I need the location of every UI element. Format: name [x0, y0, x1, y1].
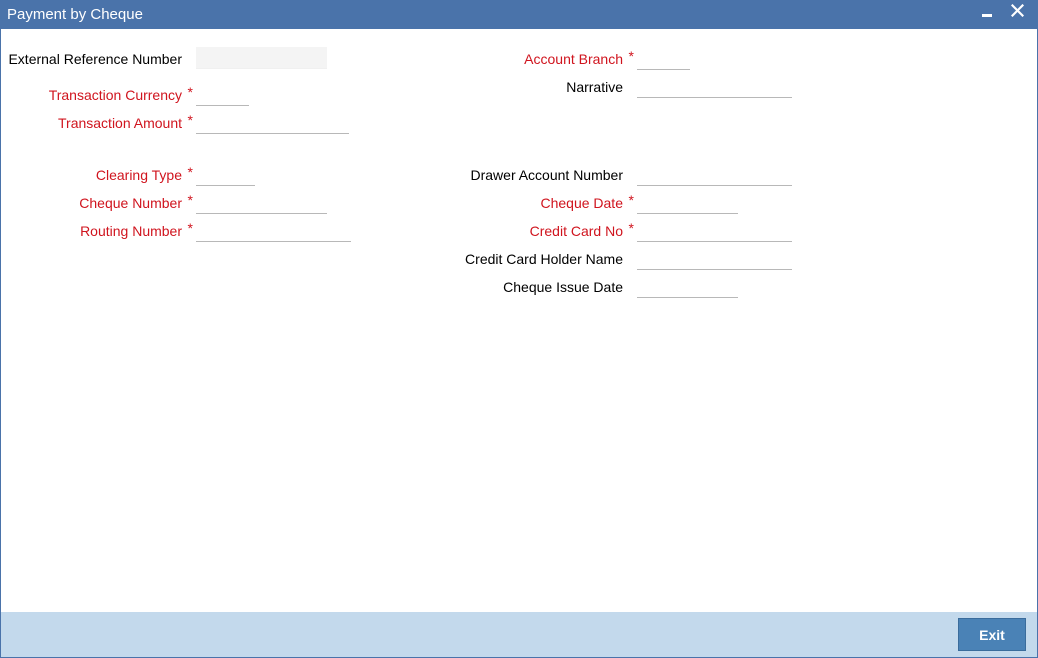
required-marker: * [187, 112, 193, 128]
credit-card-no-label: Credit Card No * [529, 220, 634, 239]
minimize-icon [982, 14, 992, 17]
cheque-issue-date-field[interactable] [637, 276, 738, 298]
drawer-account-number-field[interactable] [637, 164, 792, 186]
minimize-button[interactable] [975, 1, 999, 29]
close-icon [1011, 4, 1024, 17]
credit-card-holder-name-field[interactable] [637, 248, 792, 270]
cheque-date-field[interactable] [637, 192, 738, 214]
required-marker: * [628, 48, 634, 64]
required-marker: * [187, 220, 193, 236]
window-title: Payment by Cheque [7, 6, 143, 23]
required-marker: * [628, 220, 634, 236]
routing-number-label: Routing Number * [80, 220, 193, 239]
title-bar: Payment by Cheque [1, 1, 1037, 29]
narrative-field[interactable] [637, 76, 792, 98]
footer-bar: Exit [1, 612, 1037, 657]
cheque-date-label-text: Cheque Date [540, 195, 623, 211]
credit-card-holder-name-label: Credit Card Holder Name [465, 251, 623, 267]
credit-card-no-field[interactable] [637, 220, 792, 242]
required-marker: * [187, 84, 193, 100]
required-marker: * [187, 164, 193, 180]
close-button[interactable] [1005, 1, 1029, 29]
clearing-type-label-text: Clearing Type [95, 167, 182, 183]
transaction-amount-label: Transaction Amount * [58, 112, 193, 131]
cheque-number-field[interactable] [196, 192, 327, 214]
transaction-amount-label-text: Transaction Amount [58, 115, 182, 131]
exit-button[interactable]: Exit [958, 618, 1026, 651]
external-reference-number-field[interactable] [196, 47, 327, 69]
transaction-currency-label: Transaction Currency * [48, 84, 193, 103]
external-reference-number-label: External Reference Number [8, 51, 182, 67]
transaction-amount-field[interactable] [196, 112, 349, 134]
required-marker: * [628, 192, 634, 208]
cheque-issue-date-label: Cheque Issue Date [503, 279, 623, 295]
cheque-date-label: Cheque Date * [540, 192, 634, 211]
cheque-number-label: Cheque Number * [79, 192, 193, 211]
account-branch-field[interactable] [637, 48, 690, 70]
required-marker: * [187, 192, 193, 208]
routing-number-field[interactable] [196, 220, 351, 242]
narrative-label: Narrative [566, 79, 623, 95]
cheque-number-label-text: Cheque Number [79, 195, 182, 211]
transaction-currency-label-text: Transaction Currency [48, 87, 182, 103]
clearing-type-field[interactable] [196, 164, 255, 186]
transaction-currency-field[interactable] [196, 84, 249, 106]
clearing-type-label: Clearing Type * [95, 164, 193, 183]
payment-by-cheque-window: Payment by Cheque External Reference Num… [0, 0, 1038, 658]
drawer-account-number-label: Drawer Account Number [470, 167, 623, 183]
account-branch-label: Account Branch * [524, 48, 634, 67]
credit-card-no-label-text: Credit Card No [529, 223, 623, 239]
routing-number-label-text: Routing Number [80, 223, 182, 239]
account-branch-label-text: Account Branch [524, 51, 623, 67]
